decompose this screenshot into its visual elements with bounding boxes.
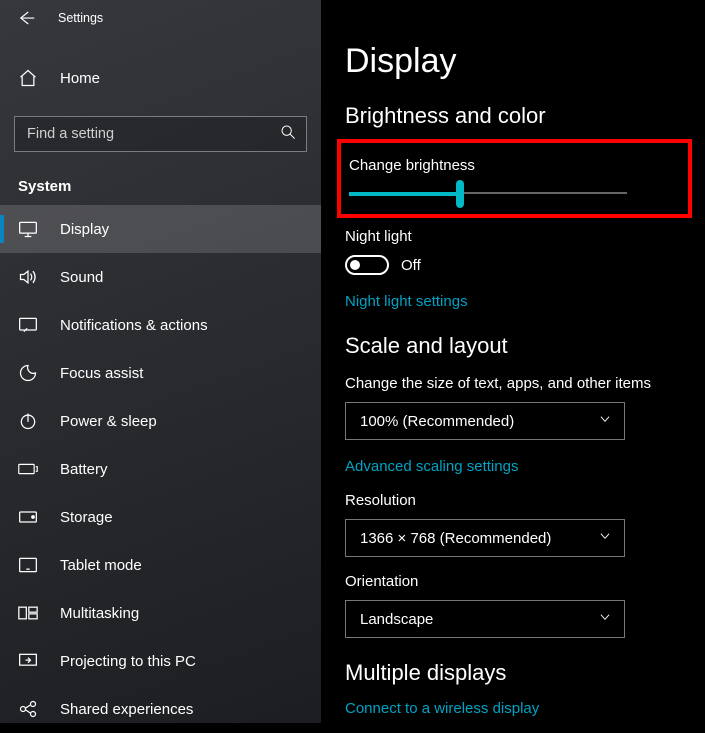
- back-button[interactable]: [16, 8, 36, 28]
- nav-label: Battery: [60, 461, 108, 478]
- resolution-dropdown[interactable]: 1366 × 768 (Recommended): [345, 519, 625, 557]
- window-title: Settings: [58, 11, 103, 25]
- night-light-toggle[interactable]: [345, 255, 389, 275]
- nav-label: Display: [60, 221, 109, 238]
- advanced-scaling-link[interactable]: Advanced scaling settings: [345, 458, 518, 475]
- nav-item-tablet-mode[interactable]: Tablet mode: [0, 541, 321, 589]
- nav-item-focus-assist[interactable]: Focus assist: [0, 349, 321, 397]
- nav-item-storage[interactable]: Storage: [0, 493, 321, 541]
- sidebar-section-header: System: [0, 152, 321, 205]
- night-light-state: Off: [401, 257, 421, 274]
- chevron-down-icon: [598, 529, 612, 547]
- battery-icon: [18, 462, 38, 476]
- nav-item-sound[interactable]: Sound: [0, 253, 321, 301]
- scale-value: 100% (Recommended): [360, 413, 514, 430]
- night-light-label: Night light: [345, 228, 705, 245]
- page-title: Display: [345, 0, 705, 81]
- section-brightness-header: Brightness and color: [345, 103, 705, 129]
- titlebar: Settings: [0, 0, 321, 36]
- nav-label: Notifications & actions: [60, 317, 208, 334]
- nav-item-battery[interactable]: Battery: [0, 445, 321, 493]
- home-nav-item[interactable]: Home: [0, 54, 321, 102]
- nav-list: Display Sound Notifications & actions Fo…: [0, 205, 321, 733]
- search-icon: [280, 124, 296, 145]
- home-label: Home: [60, 70, 100, 87]
- nav-item-power-sleep[interactable]: Power & sleep: [0, 397, 321, 445]
- main-content: Display Brightness and color Change brig…: [321, 0, 705, 723]
- section-scale-header: Scale and layout: [345, 333, 705, 359]
- nav-label: Focus assist: [60, 365, 143, 382]
- chevron-down-icon: [598, 610, 612, 628]
- slider-thumb[interactable]: [456, 180, 464, 208]
- display-icon: [18, 220, 38, 238]
- connect-wireless-link[interactable]: Connect to a wireless display: [345, 700, 539, 717]
- orientation-label: Orientation: [345, 573, 705, 590]
- settings-sidebar: Settings Home System Display Sound: [0, 0, 321, 723]
- nav-label: Storage: [60, 509, 113, 526]
- search-box[interactable]: [14, 116, 307, 152]
- search-input[interactable]: [27, 126, 257, 142]
- nav-item-shared-experiences[interactable]: Shared experiences: [0, 685, 321, 733]
- scale-dropdown[interactable]: 100% (Recommended): [345, 402, 625, 440]
- nav-item-display[interactable]: Display: [0, 205, 321, 253]
- nav-label: Multitasking: [60, 605, 139, 622]
- nav-label: Projecting to this PC: [60, 653, 196, 670]
- brightness-label: Change brightness: [349, 157, 670, 174]
- shared-icon: [18, 699, 38, 719]
- multitasking-icon: [18, 605, 38, 621]
- brightness-slider[interactable]: [349, 192, 627, 196]
- orientation-value: Landscape: [360, 611, 433, 628]
- chevron-down-icon: [598, 412, 612, 430]
- resolution-value: 1366 × 768 (Recommended): [360, 530, 551, 547]
- slider-fill: [349, 192, 460, 196]
- nav-label: Power & sleep: [60, 413, 157, 430]
- notifications-icon: [18, 316, 38, 334]
- home-icon: [18, 68, 38, 88]
- toggle-knob: [350, 260, 360, 270]
- sound-icon: [18, 268, 38, 286]
- tablet-icon: [18, 556, 38, 574]
- focus-assist-icon: [18, 363, 38, 383]
- nav-label: Tablet mode: [60, 557, 142, 574]
- nav-item-multitasking[interactable]: Multitasking: [0, 589, 321, 637]
- projecting-icon: [18, 652, 38, 670]
- nav-label: Shared experiences: [60, 701, 193, 718]
- section-multiple-displays-header: Multiple displays: [345, 660, 705, 686]
- orientation-dropdown[interactable]: Landscape: [345, 600, 625, 638]
- storage-icon: [18, 509, 38, 525]
- resolution-label: Resolution: [345, 492, 705, 509]
- scale-label: Change the size of text, apps, and other…: [345, 375, 705, 392]
- brightness-highlight: Change brightness: [337, 139, 692, 218]
- power-icon: [18, 411, 38, 431]
- night-light-settings-link[interactable]: Night light settings: [345, 293, 468, 310]
- nav-item-notifications[interactable]: Notifications & actions: [0, 301, 321, 349]
- nav-label: Sound: [60, 269, 103, 286]
- nav-item-projecting[interactable]: Projecting to this PC: [0, 637, 321, 685]
